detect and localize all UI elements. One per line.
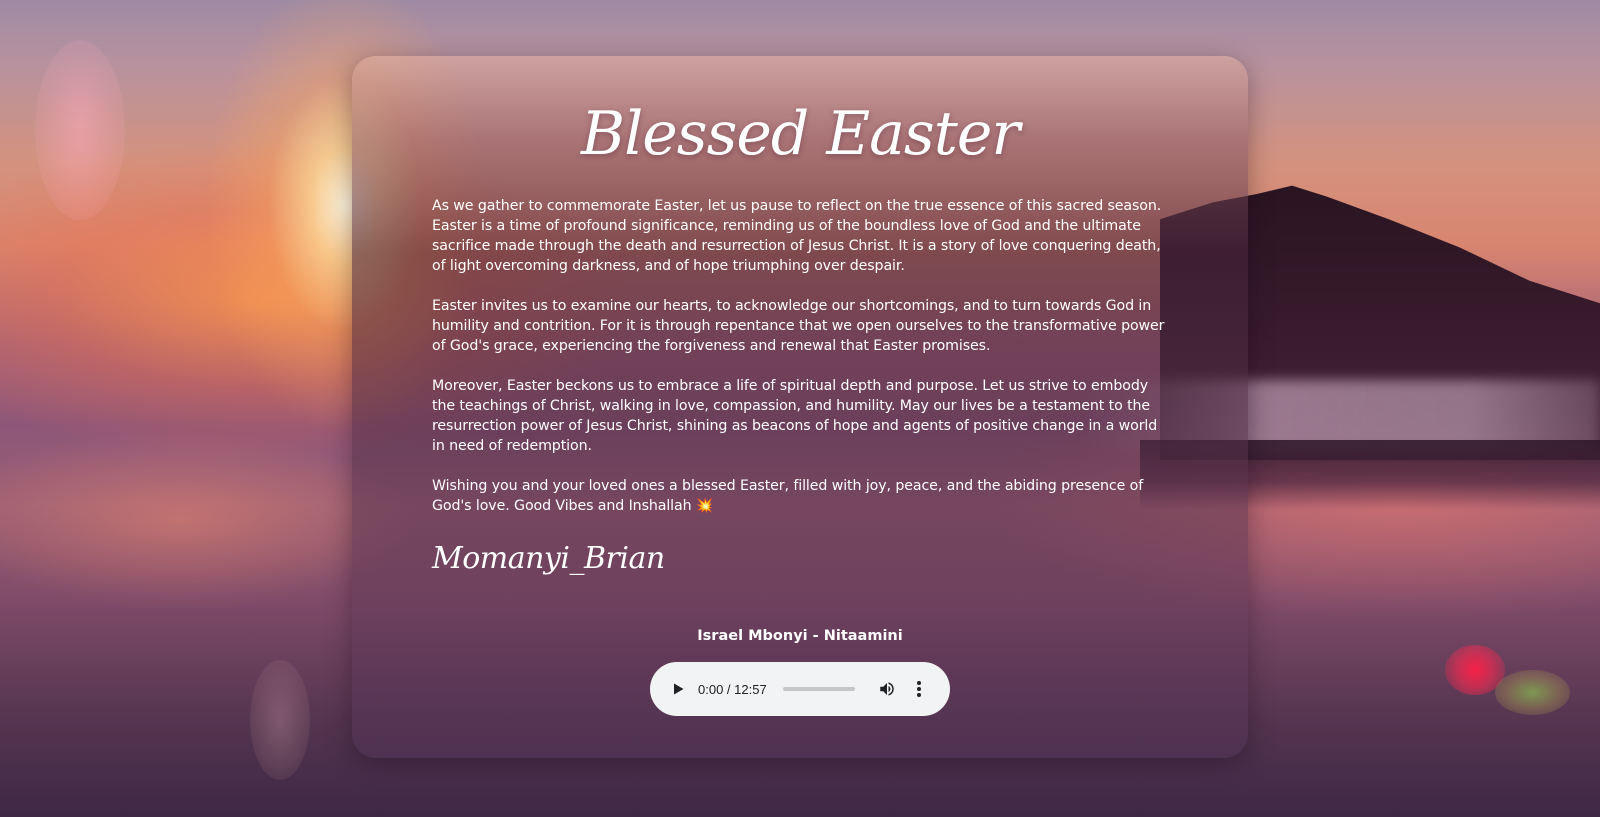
easter-message-card: Blessed Easter As we gather to commemora… — [352, 56, 1248, 758]
volume-glyph — [879, 682, 894, 696]
more-options-glyph — [916, 681, 921, 697]
play-glyph — [674, 683, 684, 695]
audio-player: 0:00 / 12:57 — [650, 662, 950, 716]
lens-flare-red — [1445, 645, 1505, 695]
volume-icon[interactable] — [877, 679, 897, 699]
message-paragraph: As we gather to commemorate Easter, let … — [432, 198, 1162, 274]
message-body: As we gather to commemorate Easter, let … — [432, 196, 1168, 516]
signature: Momanyi_Brian — [432, 541, 665, 576]
lens-flare-pink — [35, 40, 125, 220]
more-options-icon[interactable] — [909, 679, 929, 699]
message-paragraph: Moreover, Easter beckons us to embrace a… — [432, 378, 1158, 454]
message-paragraph: Wishing you and your loved ones a blesse… — [432, 478, 1144, 514]
play-icon[interactable] — [668, 679, 688, 699]
lens-flare-green — [1495, 670, 1570, 715]
song-title: Israel Mbonyi - Nitaamini — [697, 628, 903, 644]
audio-time: 0:00 / 12:57 — [698, 681, 767, 697]
lens-flare-soft — [250, 660, 310, 780]
card-title: Blessed Easter — [580, 99, 1020, 169]
message-paragraph: Easter invites us to examine our hearts,… — [432, 298, 1165, 354]
audio-seek-bar[interactable] — [782, 687, 855, 691]
